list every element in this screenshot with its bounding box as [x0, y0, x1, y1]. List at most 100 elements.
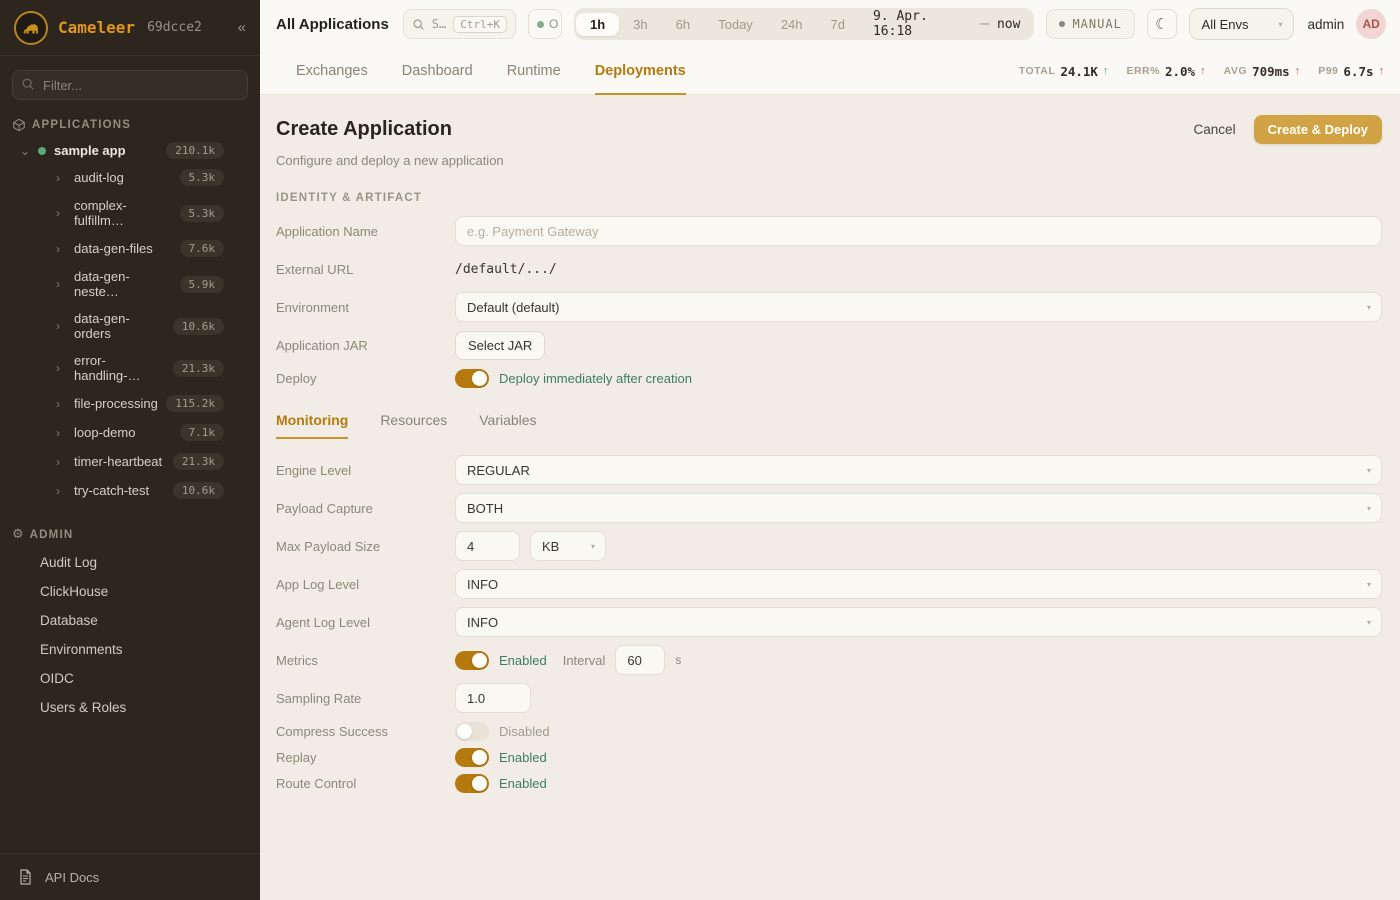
chevron-down-icon[interactable]: ⌄ [20, 144, 30, 158]
dark-mode-toggle[interactable]: ☾ [1147, 9, 1177, 39]
payload-unit-select[interactable]: KB ▾ [530, 531, 606, 561]
sidebar-item-complex-fulfillment[interactable]: › complex-fulfillm… 5.3k [0, 192, 260, 234]
sampling-rate-input[interactable] [455, 683, 531, 713]
field-label: Environment [276, 300, 455, 315]
engine-level-select[interactable]: REGULAR ▾ [455, 455, 1382, 485]
tab-resources[interactable]: Resources [380, 412, 447, 439]
tab-dashboard[interactable]: Dashboard [402, 49, 473, 95]
sidebar-item-timer-heartbeat[interactable]: › timer-heartbeat 21.3k [0, 447, 260, 476]
metrics-interval-input[interactable] [615, 645, 665, 675]
sidebar-item-data-gen-files[interactable]: › data-gen-files 7.6k [0, 234, 260, 263]
application-name-input[interactable] [455, 216, 1382, 246]
sidebar-item-data-gen-nested[interactable]: › data-gen-neste… 5.9k [0, 263, 260, 305]
max-payload-size-input[interactable] [455, 531, 520, 561]
trend-up-icon: ↑ [1200, 65, 1206, 77]
field-external-url: External URL /default/.../ [276, 254, 1382, 284]
field-app-log-level: App Log Level INFO ▾ [276, 569, 1382, 599]
route-control-state-text: Enabled [499, 776, 547, 791]
sidebar-item-data-gen-orders[interactable]: › data-gen-orders 10.6k [0, 305, 260, 347]
tab-variables[interactable]: Variables [479, 412, 536, 439]
chevron-right-icon[interactable]: › [56, 361, 66, 375]
tab-deployments[interactable]: Deployments [595, 49, 686, 95]
avatar[interactable]: AD [1356, 9, 1386, 39]
count-badge: 5.3k [180, 205, 225, 222]
stat-value: 709ms [1252, 64, 1290, 79]
environment-select[interactable]: Default (default) ▾ [455, 292, 1382, 322]
chevron-right-icon[interactable]: › [56, 455, 66, 469]
time-range-control: 1h 3h 6h Today 24h 7d 9. Apr. 16:18 – no… [574, 8, 1034, 40]
chevron-right-icon[interactable]: › [56, 397, 66, 411]
settings-tabbar: Monitoring Resources Variables [276, 412, 1382, 439]
sidebar-item-try-catch-test[interactable]: › try-catch-test 10.6k [0, 476, 260, 505]
create-deploy-button[interactable]: Create & Deploy [1254, 115, 1382, 144]
tab-monitoring[interactable]: Monitoring [276, 412, 348, 439]
online-dot [537, 21, 544, 28]
sidebar-item-audit-log[interactable]: › audit-log 5.3k [0, 163, 260, 192]
select-jar-button[interactable]: Select JAR [455, 331, 545, 360]
main-tabbar: Exchanges Dashboard Runtime Deployments … [260, 48, 1400, 95]
route-control-toggle[interactable] [455, 774, 489, 793]
payload-unit-value: KB [542, 539, 559, 554]
sidebar-item-file-processing[interactable]: › file-processing 115.2k [0, 389, 260, 418]
sidebar-item-users-roles[interactable]: Users & Roles [0, 693, 260, 722]
api-docs-link[interactable]: API Docs [0, 853, 260, 900]
app-log-level-select[interactable]: INFO ▾ [455, 569, 1382, 599]
range-7d[interactable]: 7d [817, 13, 859, 36]
range-3h[interactable]: 3h [619, 13, 661, 36]
sidebar-item-environments[interactable]: Environments [0, 635, 260, 664]
replay-toggle[interactable] [455, 748, 489, 767]
status-dot [38, 147, 46, 155]
filter-input[interactable] [12, 70, 248, 100]
range-6h[interactable]: 6h [662, 13, 704, 36]
chevron-right-icon[interactable]: › [56, 171, 66, 185]
sidebar-item-oidc[interactable]: OIDC [0, 664, 260, 693]
sidebar-item-database[interactable]: Database [0, 606, 260, 635]
chevron-right-icon[interactable]: › [56, 277, 66, 291]
chevron-right-icon[interactable]: › [56, 426, 66, 440]
chevron-right-icon[interactable]: › [56, 206, 66, 220]
compress-success-toggle[interactable] [455, 722, 489, 741]
tab-runtime[interactable]: Runtime [507, 49, 561, 95]
range-24h[interactable]: 24h [767, 13, 817, 36]
camel-logo-icon [14, 11, 48, 45]
page-header: Create Application Cancel Create & Deplo… [276, 115, 1382, 144]
search-icon [21, 77, 35, 91]
status-pill[interactable]: O [528, 9, 562, 39]
field-label: Engine Level [276, 463, 455, 478]
count-badge: 210.1k [166, 142, 224, 159]
chevron-right-icon[interactable]: › [56, 242, 66, 256]
main-area: All Applications S… Ctrl+K O 1h 3h 6h To… [260, 0, 1400, 900]
collapse-sidebar-icon[interactable]: « [238, 19, 246, 36]
app-name: complex-fulfillm… [74, 198, 172, 228]
sidebar-item-clickhouse[interactable]: ClickHouse [0, 577, 260, 606]
tab-exchanges[interactable]: Exchanges [296, 49, 368, 95]
field-label: Agent Log Level [276, 615, 455, 630]
sidebar-item-audit-log-admin[interactable]: Audit Log [0, 548, 260, 577]
agent-log-level-select[interactable]: INFO ▾ [455, 607, 1382, 637]
deploy-toggle[interactable] [455, 369, 489, 388]
payload-capture-select[interactable]: BOTH ▾ [455, 493, 1382, 523]
range-today[interactable]: Today [704, 13, 767, 36]
range-1h[interactable]: 1h [576, 13, 619, 36]
metrics-state-text: Enabled [499, 653, 547, 668]
cancel-button[interactable]: Cancel [1194, 122, 1236, 137]
field-label: Application JAR [276, 338, 455, 353]
sidebar-item-loop-demo[interactable]: › loop-demo 7.1k [0, 418, 260, 447]
keyboard-shortcut-badge: Ctrl+K [453, 16, 507, 33]
metrics-toggle[interactable] [455, 651, 489, 670]
field-agent-log-level: Agent Log Level INFO ▾ [276, 607, 1382, 637]
sidebar: Cameleer 69dcce2 « APPLICATIONS ⌄ sample… [0, 0, 260, 900]
chevron-right-icon[interactable]: › [56, 484, 66, 498]
document-icon [18, 869, 33, 885]
field-application-jar: Application JAR Select JAR [276, 330, 1382, 360]
sidebar-item-sample-app[interactable]: ⌄ sample app 210.1k [0, 138, 260, 163]
refresh-mode-button[interactable]: MANUAL [1046, 9, 1134, 39]
field-label: Replay [276, 750, 455, 765]
sidebar-item-error-handling[interactable]: › error-handling-… 21.3k [0, 347, 260, 389]
app-name: data-gen-orders [74, 311, 165, 341]
chevron-right-icon[interactable]: › [56, 319, 66, 333]
date-range-to[interactable]: now [991, 17, 1032, 32]
environment-filter-select[interactable]: All Envs ▾ [1189, 8, 1294, 40]
global-search[interactable]: S… Ctrl+K [403, 9, 516, 39]
date-range-from[interactable]: 9. Apr. 16:18 [859, 9, 978, 39]
